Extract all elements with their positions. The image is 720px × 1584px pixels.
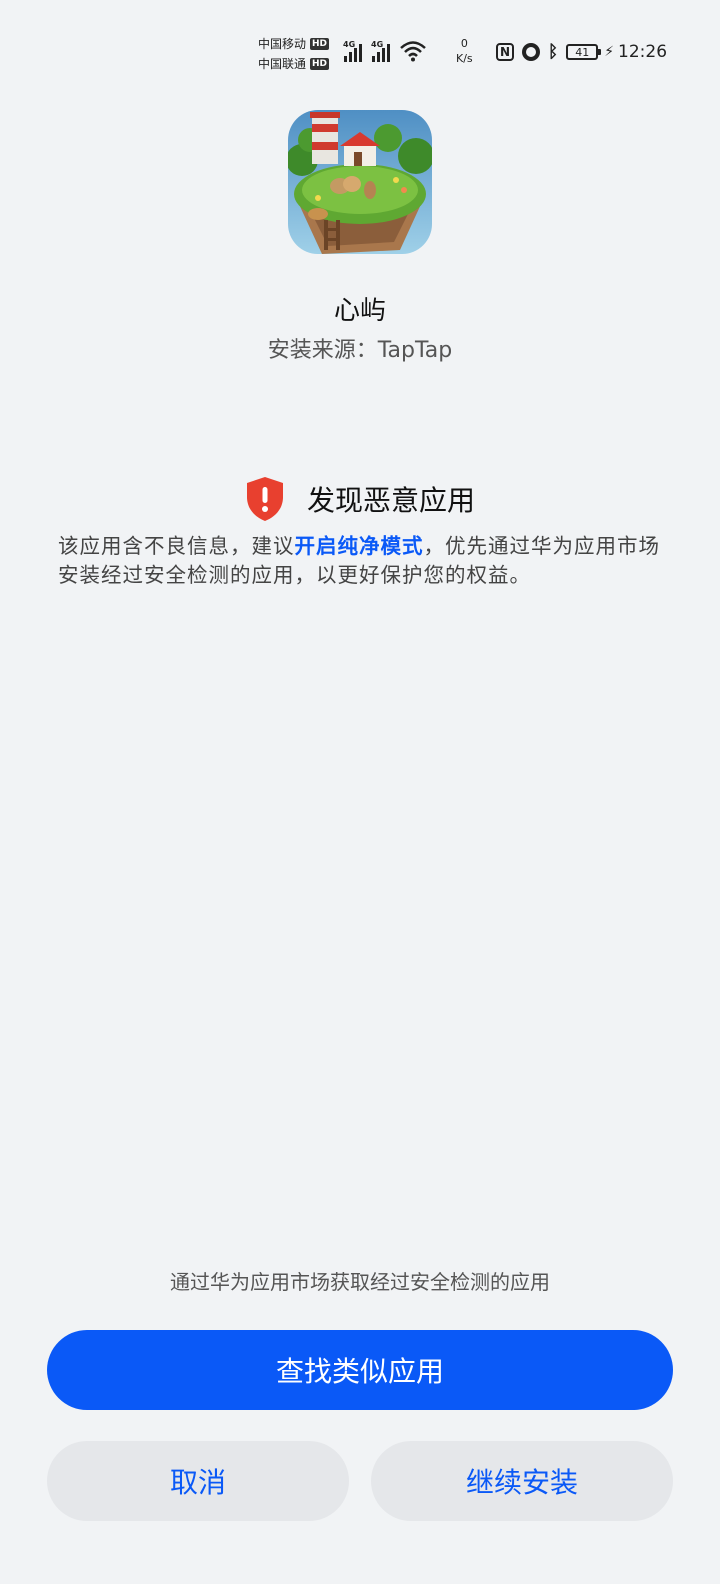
- carrier-1-label: 中国移动: [258, 37, 307, 51]
- speed-value: 0: [460, 37, 468, 50]
- wifi-icon: [400, 41, 426, 62]
- warning-header: 发现恶意应用: [0, 476, 720, 522]
- find-similar-apps-button[interactable]: 查找类似应用: [47, 1330, 673, 1410]
- bluetooth-icon: ᛒ: [548, 42, 559, 62]
- cancel-button[interactable]: 取消: [47, 1441, 349, 1521]
- status-bar: 中国移动 HD 中国联通 HD 4G 4G 0 K/s N ᛒ 41 ⚡ 12:…: [0, 30, 720, 78]
- bottom-hint: 通过华为应用市场获取经过安全检测的应用: [170, 1270, 550, 1294]
- battery-icon: 41: [566, 44, 602, 60]
- warning-description: 该应用含不良信息，建议开启纯净模式，优先通过华为应用市场安装经过安全检测的应用，…: [58, 532, 668, 590]
- network-type-label: 4G: [371, 40, 384, 49]
- shield-warning-icon: [246, 477, 283, 521]
- app-icon: [288, 110, 432, 254]
- clock: 12:26: [618, 42, 668, 62]
- network-type-label: 4G: [343, 40, 356, 49]
- cellular-signal-icon: 4G: [371, 40, 390, 62]
- alarm-icon: [522, 43, 540, 61]
- carrier-2-label: 中国联通: [258, 57, 307, 71]
- signal-indicators: 4G 4G: [343, 40, 426, 62]
- warning-title: 发现恶意应用: [306, 484, 475, 517]
- charging-icon: ⚡: [604, 44, 615, 60]
- cellular-signal-icon: 4G: [343, 40, 362, 62]
- app-name: 心屿: [333, 296, 386, 326]
- status-icons: N ᛒ 41 ⚡ 12:26: [496, 42, 667, 62]
- battery-level: 41: [575, 45, 590, 59]
- carrier-info: 中国移动 HD 中国联通 HD: [258, 34, 330, 74]
- continue-install-button[interactable]: 继续安装: [371, 1441, 673, 1521]
- install-source: 安装来源：TapTap: [267, 338, 453, 363]
- nfc-icon: N: [496, 43, 514, 61]
- pure-mode-link[interactable]: 开启纯净模式: [295, 534, 424, 558]
- hd-badge: HD: [310, 58, 330, 70]
- speed-unit: K/s: [456, 52, 473, 65]
- hd-badge: HD: [310, 38, 330, 50]
- warning-text-before: 该应用含不良信息，建议: [58, 534, 295, 558]
- network-speed: 0 K/s: [456, 36, 473, 66]
